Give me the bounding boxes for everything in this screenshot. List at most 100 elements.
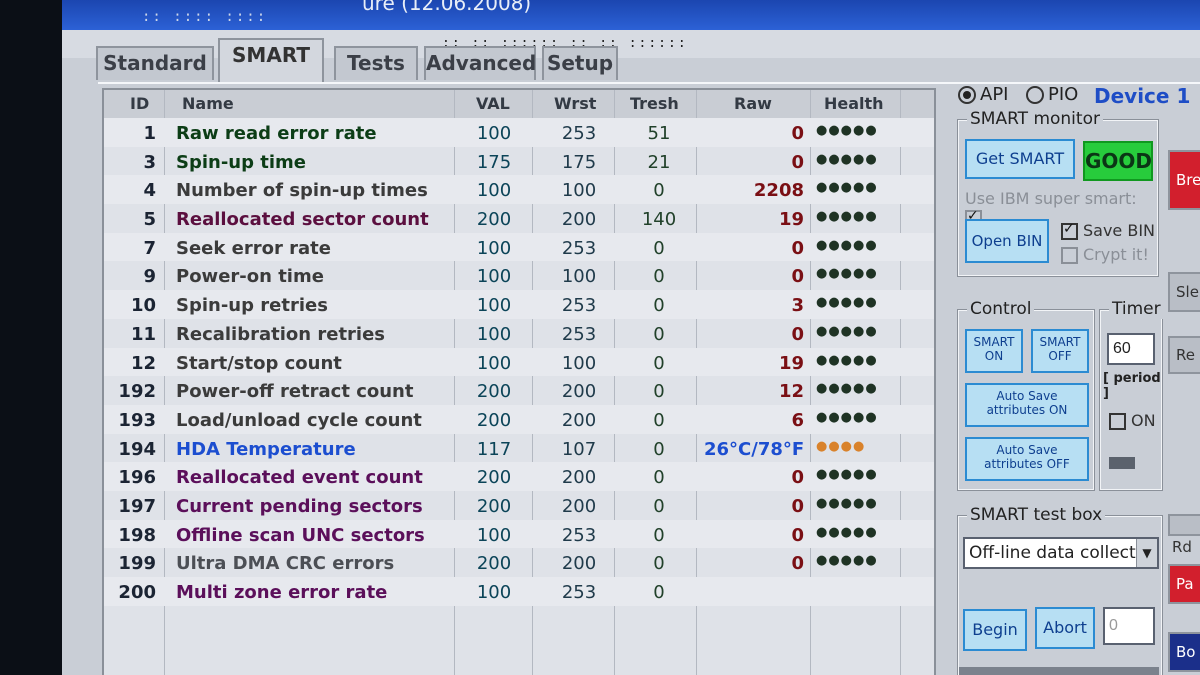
tab-smart[interactable]: SMART bbox=[218, 38, 324, 82]
test-progress-field[interactable] bbox=[1103, 607, 1155, 645]
abort-button[interactable]: Abort bbox=[1035, 607, 1095, 649]
auto-save-off-button[interactable]: Auto Save attributes OFF bbox=[965, 437, 1089, 481]
tab-setup[interactable]: Setup bbox=[542, 46, 618, 80]
tab-standard[interactable]: Standard bbox=[96, 46, 214, 80]
attr-worst: 200 bbox=[561, 467, 597, 489]
open-bin-button[interactable]: Open BIN bbox=[965, 219, 1049, 263]
smart-off-button[interactable]: SMART OFF bbox=[1031, 329, 1089, 373]
smart-test-box-label: SMART test box bbox=[967, 505, 1106, 525]
tab-tests[interactable]: Tests bbox=[334, 46, 418, 80]
table-row[interactable]: 7 Seek error rate 100 253 0 0 ●●●●● bbox=[104, 232, 934, 262]
attr-id: 12 bbox=[130, 352, 156, 374]
attr-threshold: 0 bbox=[653, 553, 665, 575]
attr-health: ●●●●● bbox=[816, 209, 878, 225]
attr-val: 200 bbox=[476, 209, 512, 231]
attr-id: 7 bbox=[143, 237, 156, 259]
attr-name: Power-off retract count bbox=[176, 381, 414, 403]
attr-val: 100 bbox=[476, 266, 512, 288]
attr-id: 199 bbox=[118, 553, 156, 575]
get-smart-button[interactable]: Get SMART bbox=[965, 139, 1075, 179]
attr-worst: 253 bbox=[561, 295, 597, 317]
pause-button[interactable]: Pa bbox=[1168, 564, 1200, 604]
attr-worst: 200 bbox=[561, 209, 597, 231]
table-row[interactable]: 1 Raw read error rate 100 253 51 0 ●●●●● bbox=[104, 118, 934, 147]
table-row[interactable]: 4 Number of spin-up times 100 100 0 2208 ●●●●● bbox=[104, 175, 934, 205]
attr-health: ●●●●● bbox=[816, 381, 878, 397]
table-row[interactable]: 194 HDA Temperature 117 107 0 26°C/78°F ●●●● bbox=[104, 434, 934, 463]
auto-save-on-button[interactable]: Auto Save attributes ON bbox=[965, 383, 1089, 427]
table-row[interactable]: 199 Ultra DMA CRC errors 200 200 0 0 ●●●●● bbox=[104, 548, 934, 577]
control-label: Control bbox=[967, 299, 1035, 319]
attr-raw: 12 bbox=[778, 381, 804, 403]
attr-raw: 19 bbox=[778, 209, 804, 231]
attr-health: ●●●●● bbox=[816, 467, 878, 483]
attr-name: Spin-up retries bbox=[176, 295, 328, 317]
save-bin-checkbox[interactable]: Save BIN bbox=[1061, 221, 1155, 240]
test-type-select[interactable]: Off-line data collect ▼ bbox=[963, 537, 1159, 569]
timer-input[interactable] bbox=[1107, 333, 1155, 365]
checkbox-icon bbox=[1061, 221, 1078, 240]
title-garbled-text: :: :::: :::: bbox=[142, 9, 268, 25]
tab-advanced[interactable]: Advanced bbox=[424, 46, 536, 80]
attr-id: 197 bbox=[118, 495, 156, 517]
col-name-header[interactable]: Name bbox=[182, 94, 234, 113]
col-raw-header[interactable]: Raw bbox=[734, 94, 772, 113]
break-button[interactable]: Brea bbox=[1168, 150, 1200, 210]
table-row[interactable]: 193 Load/unload cycle count 200 200 0 6 ●●●●● bbox=[104, 404, 934, 434]
pio-radio[interactable]: PIO bbox=[1026, 84, 1078, 105]
table-row[interactable]: 10 Spin-up retries 100 253 0 3 ●●●●● bbox=[104, 290, 934, 319]
attr-id: 192 bbox=[118, 381, 156, 403]
sleep-button[interactable]: Sle bbox=[1168, 272, 1200, 312]
boot-button[interactable]: Bo bbox=[1168, 632, 1200, 672]
col-val-header[interactable]: VAL bbox=[476, 94, 510, 113]
attr-worst: 100 bbox=[561, 180, 597, 202]
attr-name: Power-on time bbox=[176, 266, 324, 288]
smart-on-button[interactable]: SMART ON bbox=[965, 329, 1023, 373]
test-progress-bar bbox=[959, 667, 1159, 675]
attr-threshold: 0 bbox=[653, 295, 665, 317]
attr-val: 200 bbox=[476, 381, 512, 403]
table-row[interactable]: 12 Start/stop count 100 100 0 19 ●●●●● bbox=[104, 347, 934, 377]
table-row[interactable]: 192 Power-off retract count 200 200 0 12 ●●●●● bbox=[104, 376, 934, 405]
attr-worst: 200 bbox=[561, 409, 597, 431]
attr-name: Ultra DMA CRC errors bbox=[176, 553, 395, 575]
attr-val: 200 bbox=[476, 467, 512, 489]
table-row[interactable]: 200 Multi zone error rate 100 253 0 bbox=[104, 577, 934, 606]
attr-threshold: 0 bbox=[653, 524, 665, 546]
attr-threshold: 0 bbox=[653, 438, 665, 460]
begin-button[interactable]: Begin bbox=[963, 609, 1027, 651]
attr-val: 100 bbox=[476, 582, 512, 603]
rd-label: Rd bbox=[1172, 538, 1192, 556]
col-health-header[interactable]: Health bbox=[824, 94, 884, 113]
attr-threshold: 0 bbox=[653, 582, 665, 603]
table-row[interactable]: 11 Recalibration retries 100 253 0 0 ●●●●● bbox=[104, 319, 934, 348]
table-row[interactable]: 9 Power-on time 100 100 0 0 ●●●●● bbox=[104, 261, 934, 290]
attr-raw: 19 bbox=[778, 352, 804, 374]
table-row[interactable]: 5 Reallocated sector count 200 200 140 19 ●●●●… bbox=[104, 204, 934, 233]
attr-raw: 0 bbox=[791, 467, 804, 489]
attr-worst: 100 bbox=[561, 266, 597, 288]
attr-val: 100 bbox=[476, 352, 512, 374]
table-row[interactable]: 196 Reallocated event count 200 200 0 0 ●●●●● bbox=[104, 462, 934, 491]
col-id-header[interactable]: ID bbox=[130, 94, 149, 113]
attr-name: Start/stop count bbox=[176, 352, 342, 374]
checkbox-icon bbox=[1061, 247, 1078, 264]
attr-raw: 6 bbox=[791, 409, 804, 431]
col-wrst-header[interactable]: Wrst bbox=[554, 94, 596, 113]
crypt-checkbox[interactable]: Crypt it! bbox=[1061, 245, 1149, 264]
attr-raw: 2208 bbox=[753, 180, 804, 202]
attr-worst: 100 bbox=[561, 352, 597, 374]
attr-raw: 0 bbox=[791, 495, 804, 517]
reset-button[interactable]: Re bbox=[1168, 336, 1200, 374]
table-row[interactable]: 3 Spin-up time 175 175 21 0 ●●●●● bbox=[104, 147, 934, 176]
attr-name: Load/unload cycle count bbox=[176, 409, 422, 431]
timer-on-checkbox[interactable]: ON bbox=[1109, 411, 1156, 430]
attr-health: ●●●●● bbox=[816, 237, 878, 253]
attr-id: 1 bbox=[143, 123, 156, 144]
api-radio[interactable]: API bbox=[958, 84, 1008, 105]
attr-id: 5 bbox=[143, 209, 156, 231]
table-row[interactable]: 198 Offline scan UNC sectors 100 253 0 0 ●●●●● bbox=[104, 519, 934, 549]
table-row[interactable]: 197 Current pending sectors 200 200 0 0 ●●●●● bbox=[104, 491, 934, 520]
attr-threshold: 0 bbox=[653, 266, 665, 288]
col-tresh-header[interactable]: Tresh bbox=[630, 94, 679, 113]
